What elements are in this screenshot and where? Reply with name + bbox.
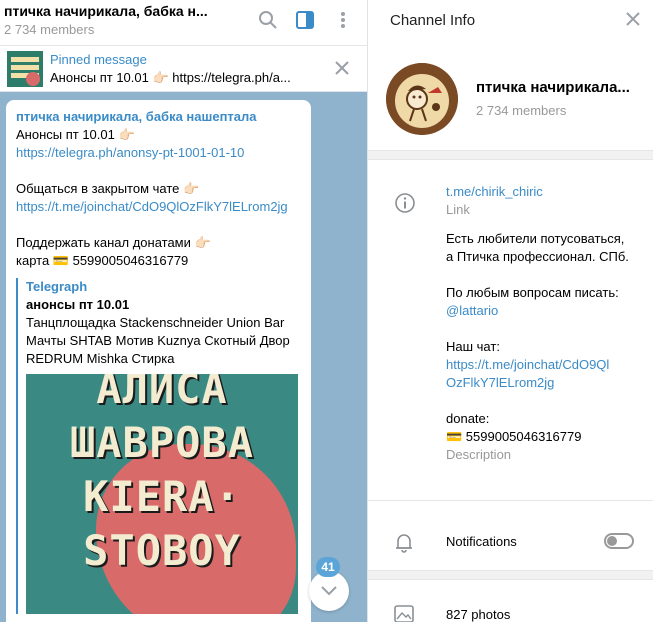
chat-pane: птичка начирикала, бабка н... 2 734 memb… [0, 0, 367, 622]
preview-title: анонсы пт 10.01 [26, 297, 130, 312]
chat-title[interactable]: птичка начирикала, бабка н... [4, 3, 208, 19]
pinned-message-bar[interactable]: Pinned message Анонсы пт 10.01 👉🏻 https:… [0, 46, 367, 92]
chat-member-count: 2 734 members [4, 22, 95, 37]
preview-description: Танцплощадка Stackenschneider Union Bar … [26, 315, 290, 366]
message-author[interactable]: птичка начирикала, бабка нашептала [16, 108, 301, 126]
link-preview[interactable]: Telegraph анонсы пт 10.01 Танцплощадка S… [16, 278, 301, 614]
info-icon [394, 192, 416, 214]
message-link[interactable]: https://telegra.ph/anonsy-pt-1001-01-10 [16, 144, 301, 162]
preview-site-name: Telegraph [26, 279, 88, 294]
description-line: По любым вопросам писать: [446, 285, 619, 300]
toggle-knob [607, 536, 617, 546]
unread-count-badge: 41 [316, 557, 340, 577]
preview-image-word: STOBOY [83, 526, 241, 575]
description-line: Есть любители потусоваться, [446, 231, 625, 246]
message-line: Общаться в закрытом чате 👉🏻 [16, 181, 200, 196]
description-caption: Description [446, 447, 512, 462]
message-line: Поддержать канал донатами 👉🏻 [16, 235, 211, 250]
scroll-down-button[interactable] [309, 571, 349, 611]
channel-info-panel: Channel Info птичка начирикала... 2 734 … [367, 0, 653, 622]
section-divider [368, 500, 653, 501]
preview-image-word: KIERA· [83, 472, 241, 521]
message-line: карта 💳 5599005046316779 [16, 253, 189, 268]
more-menu-icon[interactable] [331, 8, 355, 32]
pinned-title: Pinned message [50, 52, 147, 67]
notifications-label: Notifications [446, 534, 517, 549]
section-divider [368, 570, 653, 580]
message-line: Анонсы пт 10.01 👉🏻 [16, 127, 135, 142]
preview-image-word: ШАВРОВА [69, 418, 254, 467]
pinned-thumbnail [7, 51, 43, 87]
preview-image[interactable]: АЛИСА ШАВРОВА KIERA· STOBOY [26, 374, 298, 614]
channel-member-count: 2 734 members [476, 103, 567, 118]
message-link[interactable]: https://t.me/joinchat/CdO9QlOzFlkY7lELro… [16, 198, 301, 216]
chat-header: птичка начирикала, бабка н... 2 734 memb… [0, 0, 367, 46]
close-pinned-icon[interactable] [332, 58, 352, 78]
contact-handle-link[interactable]: @lattario [446, 302, 629, 320]
photos-count-link[interactable]: 827 photos [446, 607, 510, 622]
description-line: а Птичка профессионал. СПб. [446, 249, 629, 264]
chat-invite-link[interactable]: https://t.me/joinchat/CdO9Ql [446, 356, 629, 374]
pinned-text: Анонсы пт 10.01 👉🏻 https://telegra.ph/a.… [50, 70, 291, 85]
photo-icon [394, 605, 414, 622]
message-bubble[interactable]: птичка начирикала, бабка нашептала Анонс… [6, 100, 311, 622]
description-line: donate: [446, 411, 490, 426]
chat-invite-link[interactable]: OzFlkY7lELrom2jg [446, 374, 629, 392]
section-divider [368, 150, 653, 160]
link-caption: Link [446, 202, 470, 217]
channel-link[interactable]: t.me/chirik_chiric [446, 183, 629, 201]
close-icon[interactable] [624, 10, 642, 28]
description-line: Наш чат: [446, 339, 500, 354]
channel-avatar[interactable] [386, 63, 458, 135]
search-icon[interactable] [256, 8, 280, 32]
channel-name: птичка начирикала... [476, 79, 630, 96]
sidebar-toggle-icon[interactable] [293, 8, 317, 32]
description-line: 💳 5599005046316779 [446, 429, 582, 444]
bell-icon [394, 532, 414, 554]
info-section: t.me/chirik_chiric Link Есть любители по… [446, 183, 629, 464]
notifications-toggle[interactable] [604, 533, 634, 549]
chevron-down-icon [321, 586, 337, 596]
preview-image-word: АЛИСА [96, 374, 228, 413]
panel-title: Channel Info [390, 12, 476, 29]
